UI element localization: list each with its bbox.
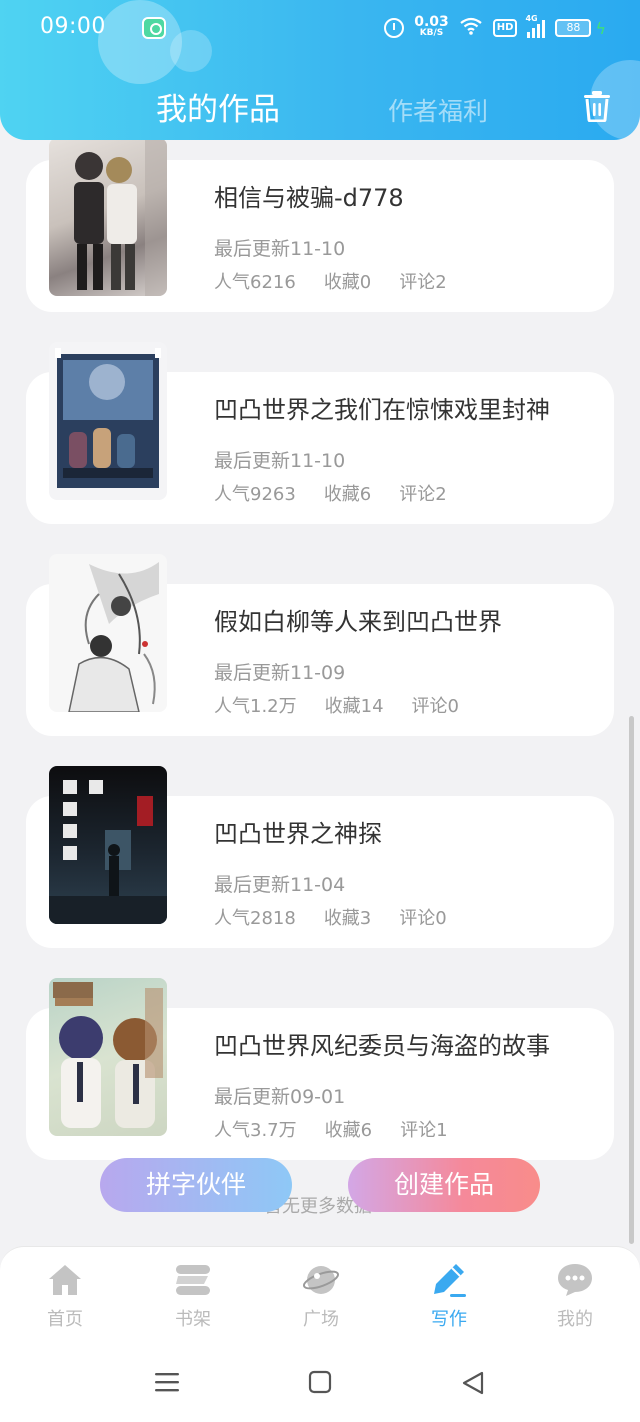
- work-cover[interactable]: [49, 554, 167, 712]
- status-time: 09:00: [40, 14, 106, 39]
- work-comments: 评论1: [400, 1120, 448, 1141]
- work-cover[interactable]: [49, 138, 167, 296]
- work-updated: 最后更新11-04: [214, 874, 346, 896]
- work-stats: 人气1.2万 收藏14 评论0: [214, 692, 459, 718]
- work-cover[interactable]: [49, 342, 167, 500]
- work-title[interactable]: 假如白柳等人来到凹凸世界: [214, 602, 502, 637]
- status-icons: 0.03 KB/S HD 4G 88 ϟ: [384, 14, 606, 42]
- header: 09:00 0.03 KB/S HD 4G 88 ϟ 我的作品 作者福利: [0, 0, 640, 140]
- alarm-icon: [384, 18, 405, 38]
- work-card[interactable]: 凹凸世界之神探 最后更新11-04 人气2818 收藏3 评论0: [26, 766, 614, 948]
- nav-label: 首页: [47, 1309, 83, 1330]
- work-favorites: 收藏0: [323, 272, 372, 293]
- work-stats: 人气3.7万 收藏6 评论1: [214, 1116, 448, 1142]
- work-card[interactable]: 凹凸世界之我们在惊悚戏里封神 最后更新11-10 人气9263 收藏6 评论2: [26, 342, 614, 524]
- pin-partner-button[interactable]: 拼字伙伴: [100, 1158, 292, 1212]
- work-cover[interactable]: [49, 766, 167, 924]
- signal-icon: 4G: [525, 14, 546, 38]
- work-favorites: 收藏6: [323, 484, 372, 505]
- battery-icon: 88: [555, 19, 592, 37]
- nav-mine[interactable]: 我的: [530, 1261, 620, 1331]
- back-icon[interactable]: [460, 1370, 486, 1396]
- trash-icon[interactable]: [582, 90, 612, 123]
- nav-label: 写作: [431, 1309, 467, 1330]
- work-title[interactable]: 凹凸世界风纪委员与海盗的故事: [214, 1026, 550, 1061]
- work-popularity: 人气1.2万: [214, 696, 297, 717]
- home-square-icon[interactable]: [308, 1370, 332, 1394]
- work-cover[interactable]: [49, 978, 167, 1136]
- system-nav-bar: [0, 1344, 640, 1422]
- tab-my-works[interactable]: 我的作品: [156, 84, 280, 129]
- wifi-icon: [459, 17, 483, 40]
- app-notification-icon: [142, 17, 166, 39]
- work-card[interactable]: 凹凸世界风纪委员与海盗的故事 最后更新09-01 人气3.7万 收藏6 评论1: [26, 978, 614, 1160]
- menu-icon[interactable]: [154, 1370, 180, 1394]
- work-updated: 最后更新11-10: [214, 238, 346, 260]
- work-favorites: 收藏3: [323, 908, 372, 929]
- planet-icon: [302, 1261, 340, 1299]
- work-comments: 评论0: [399, 908, 447, 929]
- work-updated: 最后更新11-09: [214, 662, 346, 684]
- charging-icon: ϟ: [595, 18, 606, 38]
- bookshelf-icon: [174, 1261, 212, 1299]
- status-bar: 09:00 0.03 KB/S HD 4G 88 ϟ: [0, 0, 640, 56]
- nav-label: 广场: [303, 1309, 339, 1330]
- work-comments: 评论2: [399, 484, 447, 505]
- work-comments: 评论2: [399, 272, 447, 293]
- work-favorites: 收藏14: [324, 696, 384, 717]
- work-popularity: 人气2818: [214, 908, 296, 929]
- net-speed-value: 0.03: [414, 14, 449, 30]
- work-title[interactable]: 相信与被骗-d778: [214, 178, 404, 213]
- work-popularity: 人气9263: [214, 484, 296, 505]
- nav-write[interactable]: 写作: [404, 1261, 494, 1331]
- work-title[interactable]: 凹凸世界之我们在惊悚戏里封神: [214, 390, 550, 425]
- nav-bookshelf[interactable]: 书架: [148, 1261, 238, 1331]
- work-popularity: 人气3.7万: [214, 1120, 297, 1141]
- work-stats: 人气9263 收藏6 评论2: [214, 480, 447, 506]
- hd-badge: HD: [492, 19, 518, 37]
- signal-label: 4G: [525, 14, 538, 23]
- work-stats: 人气2818 收藏3 评论0: [214, 904, 447, 930]
- work-card[interactable]: 假如白柳等人来到凹凸世界 最后更新11-09 人气1.2万 收藏14 评论0: [26, 554, 614, 736]
- nav-label: 书架: [175, 1309, 211, 1330]
- work-title[interactable]: 凹凸世界之神探: [214, 814, 382, 849]
- work-updated: 最后更新11-10: [214, 450, 346, 472]
- work-comments: 评论0: [411, 696, 459, 717]
- net-speed-unit: KB/S: [419, 28, 444, 38]
- net-speed: 0.03 KB/S: [414, 14, 449, 39]
- work-stats: 人气6216 收藏0 评论2: [214, 268, 447, 294]
- work-card[interactable]: 相信与被骗-d778 最后更新11-10 人气6216 收藏0 评论2: [26, 138, 614, 312]
- chat-bubble-icon: [556, 1261, 594, 1299]
- nav-label: 我的: [557, 1309, 593, 1330]
- scrollbar[interactable]: [629, 716, 634, 1244]
- nav-home[interactable]: 首页: [20, 1261, 110, 1331]
- work-popularity: 人气6216: [214, 272, 296, 293]
- tab-author-welfare[interactable]: 作者福利: [388, 92, 488, 128]
- work-updated: 最后更新09-01: [214, 1086, 346, 1108]
- bottom-nav: 首页 书架 广场 写作 我的: [0, 1246, 640, 1344]
- create-work-button[interactable]: 创建作品: [348, 1158, 540, 1212]
- work-favorites: 收藏6: [324, 1120, 373, 1141]
- pen-icon: [430, 1261, 468, 1299]
- home-icon: [46, 1261, 84, 1299]
- nav-square[interactable]: 广场: [276, 1261, 366, 1331]
